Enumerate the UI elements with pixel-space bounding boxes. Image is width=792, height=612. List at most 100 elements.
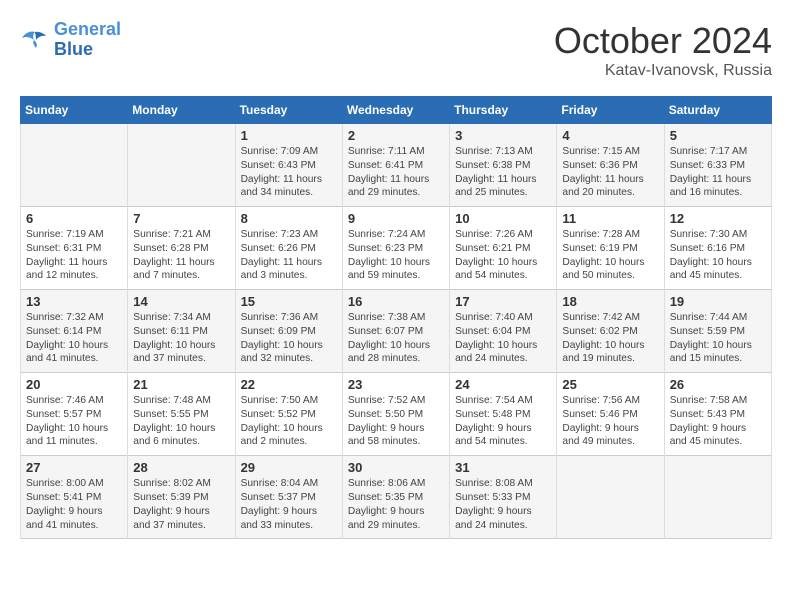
- calendar-cell: 10Sunrise: 7:26 AM Sunset: 6:21 PM Dayli…: [450, 207, 557, 290]
- calendar-week-row: 20Sunrise: 7:46 AM Sunset: 5:57 PM Dayli…: [21, 373, 772, 456]
- calendar-cell: 14 Sunrise: 7:34 AM Sunset: 6:11 PM Dayli…: [128, 290, 235, 373]
- calendar-week-row: 27 Sunrise: 8:00 AM Sunset: 5:41 PM Dayli…: [21, 456, 772, 539]
- calendar-cell: 31Sunrise: 8:08 AM Sunset: 5:33 PM Dayli…: [450, 456, 557, 539]
- day-content: Sunrise: 7:13 AM Sunset: 6:38 PM Dayligh…: [455, 145, 551, 200]
- calendar-cell: 6 Sunrise: 7:19 AM Sunset: 6:31 PM Daylig…: [21, 207, 128, 290]
- day-number: 21: [133, 377, 229, 392]
- day-number: 25: [562, 377, 658, 392]
- calendar-cell: [664, 456, 771, 539]
- calendar-cell: 2Sunrise: 7:11 AM Sunset: 6:41 PM Daylig…: [342, 124, 449, 207]
- calendar-cell: 22 Sunrise: 7:50 AM Sunset: 5:52 PM Dayli…: [235, 373, 342, 456]
- calendar-cell: 11 Sunrise: 7:28 AM Sunset: 6:19 PM Dayli…: [557, 207, 664, 290]
- day-content: Sunrise: 7:50 AM Sunset: 5:52 PM Dayligh…: [241, 394, 337, 449]
- day-content: Sunrise: 7:58 AM Sunset: 5:43 PM Dayligh…: [670, 394, 766, 449]
- calendar-cell: [557, 456, 664, 539]
- month-title: October 2024: [554, 20, 772, 62]
- day-content: Sunrise: 7:32 AM Sunset: 6:14 PM Dayligh…: [26, 311, 122, 366]
- day-content: Sunrise: 7:24 AM Sunset: 6:23 PM Dayligh…: [348, 228, 444, 283]
- col-wednesday: Wednesday: [342, 97, 449, 124]
- col-sunday: Sunday: [21, 97, 128, 124]
- calendar-cell: 7 Sunrise: 7:21 AM Sunset: 6:28 PM Daylig…: [128, 207, 235, 290]
- day-content: Sunrise: 7:52 AM Sunset: 5:50 PM Dayligh…: [348, 394, 444, 449]
- day-number: 9: [348, 211, 444, 226]
- calendar-cell: 4 Sunrise: 7:15 AM Sunset: 6:36 PM Daylig…: [557, 124, 664, 207]
- day-number: 8: [241, 211, 337, 226]
- logo-text: General Blue: [54, 20, 121, 60]
- calendar-cell: 21 Sunrise: 7:48 AM Sunset: 5:55 PM Dayli…: [128, 373, 235, 456]
- calendar-cell: 1Sunrise: 7:09 AM Sunset: 6:43 PM Daylig…: [235, 124, 342, 207]
- logo-icon: [20, 28, 50, 52]
- day-number: 29: [241, 460, 337, 475]
- calendar-cell: 29 Sunrise: 8:04 AM Sunset: 5:37 PM Dayli…: [235, 456, 342, 539]
- calendar-cell: 30Sunrise: 8:06 AM Sunset: 5:35 PM Dayli…: [342, 456, 449, 539]
- day-number: 31: [455, 460, 551, 475]
- calendar-cell: 16Sunrise: 7:38 AM Sunset: 6:07 PM Dayli…: [342, 290, 449, 373]
- calendar-cell: 15 Sunrise: 7:36 AM Sunset: 6:09 PM Dayli…: [235, 290, 342, 373]
- day-content: Sunrise: 7:42 AM Sunset: 6:02 PM Dayligh…: [562, 311, 658, 366]
- day-number: 13: [26, 294, 122, 309]
- calendar-cell: 17 Sunrise: 7:40 AM Sunset: 6:04 PM Dayli…: [450, 290, 557, 373]
- day-number: 28: [133, 460, 229, 475]
- col-tuesday: Tuesday: [235, 97, 342, 124]
- day-number: 5: [670, 128, 766, 143]
- calendar-cell: 3 Sunrise: 7:13 AM Sunset: 6:38 PM Daylig…: [450, 124, 557, 207]
- day-number: 14: [133, 294, 229, 309]
- day-number: 15: [241, 294, 337, 309]
- calendar-cell: 18 Sunrise: 7:42 AM Sunset: 6:02 PM Dayli…: [557, 290, 664, 373]
- day-number: 3: [455, 128, 551, 143]
- day-number: 11: [562, 211, 658, 226]
- day-content: Sunrise: 7:44 AM Sunset: 5:59 PM Dayligh…: [670, 311, 766, 366]
- day-content: Sunrise: 7:28 AM Sunset: 6:19 PM Dayligh…: [562, 228, 658, 283]
- calendar-cell: 13 Sunrise: 7:32 AM Sunset: 6:14 PM Dayli…: [21, 290, 128, 373]
- day-content: Sunrise: 7:34 AM Sunset: 6:11 PM Dayligh…: [133, 311, 229, 366]
- col-friday: Friday: [557, 97, 664, 124]
- col-saturday: Saturday: [664, 97, 771, 124]
- calendar-cell: 12 Sunrise: 7:30 AM Sunset: 6:16 PM Dayli…: [664, 207, 771, 290]
- day-number: 26: [670, 377, 766, 392]
- day-number: 16: [348, 294, 444, 309]
- calendar-cell: 8Sunrise: 7:23 AM Sunset: 6:26 PM Daylig…: [235, 207, 342, 290]
- calendar-week-row: 13 Sunrise: 7:32 AM Sunset: 6:14 PM Dayli…: [21, 290, 772, 373]
- calendar-cell: 19 Sunrise: 7:44 AM Sunset: 5:59 PM Dayli…: [664, 290, 771, 373]
- day-number: 24: [455, 377, 551, 392]
- day-number: 12: [670, 211, 766, 226]
- day-number: 30: [348, 460, 444, 475]
- calendar-header-row: Sunday Monday Tuesday Wednesday Thursday…: [21, 97, 772, 124]
- calendar-cell: 9 Sunrise: 7:24 AM Sunset: 6:23 PM Daylig…: [342, 207, 449, 290]
- day-number: 17: [455, 294, 551, 309]
- day-content: Sunrise: 7:56 AM Sunset: 5:46 PM Dayligh…: [562, 394, 658, 449]
- calendar-week-row: 1Sunrise: 7:09 AM Sunset: 6:43 PM Daylig…: [21, 124, 772, 207]
- day-content: Sunrise: 7:46 AM Sunset: 5:57 PM Dayligh…: [26, 394, 122, 449]
- day-content: Sunrise: 7:36 AM Sunset: 6:09 PM Dayligh…: [241, 311, 337, 366]
- day-number: 19: [670, 294, 766, 309]
- calendar-cell: 5 Sunrise: 7:17 AM Sunset: 6:33 PM Daylig…: [664, 124, 771, 207]
- day-content: Sunrise: 7:17 AM Sunset: 6:33 PM Dayligh…: [670, 145, 766, 200]
- day-number: 2: [348, 128, 444, 143]
- day-content: Sunrise: 8:02 AM Sunset: 5:39 PM Dayligh…: [133, 477, 229, 532]
- day-content: Sunrise: 7:54 AM Sunset: 5:48 PM Dayligh…: [455, 394, 551, 449]
- day-content: Sunrise: 7:19 AM Sunset: 6:31 PM Dayligh…: [26, 228, 122, 283]
- day-number: 27: [26, 460, 122, 475]
- day-content: Sunrise: 7:21 AM Sunset: 6:28 PM Dayligh…: [133, 228, 229, 283]
- day-number: 23: [348, 377, 444, 392]
- day-content: Sunrise: 7:30 AM Sunset: 6:16 PM Dayligh…: [670, 228, 766, 283]
- page-header: General Blue October 2024 Katav-Ivanovsk…: [20, 20, 772, 80]
- day-number: 4: [562, 128, 658, 143]
- calendar-week-row: 6 Sunrise: 7:19 AM Sunset: 6:31 PM Daylig…: [21, 207, 772, 290]
- calendar-cell: 28 Sunrise: 8:02 AM Sunset: 5:39 PM Dayli…: [128, 456, 235, 539]
- day-content: Sunrise: 8:00 AM Sunset: 5:41 PM Dayligh…: [26, 477, 122, 532]
- day-content: Sunrise: 7:15 AM Sunset: 6:36 PM Dayligh…: [562, 145, 658, 200]
- day-content: Sunrise: 7:40 AM Sunset: 6:04 PM Dayligh…: [455, 311, 551, 366]
- calendar-cell: 24 Sunrise: 7:54 AM Sunset: 5:48 PM Dayli…: [450, 373, 557, 456]
- day-content: Sunrise: 7:48 AM Sunset: 5:55 PM Dayligh…: [133, 394, 229, 449]
- day-content: Sunrise: 8:04 AM Sunset: 5:37 PM Dayligh…: [241, 477, 337, 532]
- day-content: Sunrise: 7:26 AM Sunset: 6:21 PM Dayligh…: [455, 228, 551, 283]
- title-block: October 2024 Katav-Ivanovsk, Russia: [554, 20, 772, 80]
- location-subtitle: Katav-Ivanovsk, Russia: [554, 62, 772, 80]
- day-number: 18: [562, 294, 658, 309]
- day-number: 1: [241, 128, 337, 143]
- calendar-cell: [21, 124, 128, 207]
- day-number: 7: [133, 211, 229, 226]
- day-number: 6: [26, 211, 122, 226]
- day-number: 22: [241, 377, 337, 392]
